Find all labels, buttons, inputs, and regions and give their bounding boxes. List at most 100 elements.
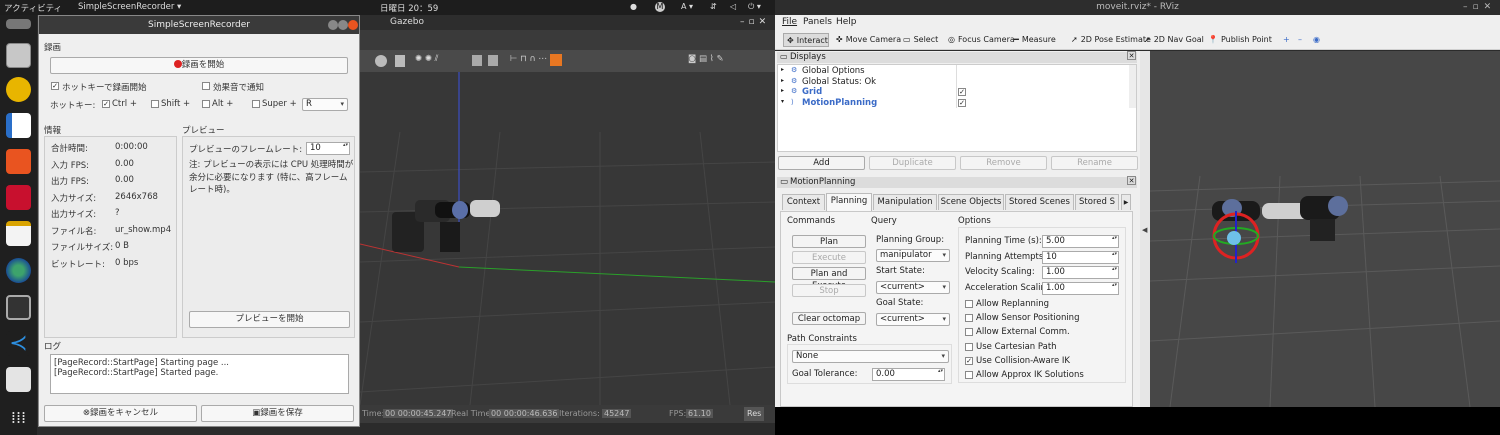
globe-icon[interactable] (6, 258, 31, 283)
stop-button[interactable]: Stop (792, 284, 866, 297)
tab-context[interactable]: Context (782, 194, 825, 210)
super-checkbox[interactable] (252, 100, 260, 108)
displays-tree[interactable]: ▸ ⚙ Global Options ▸ ⚙ Global Status: Ok ▸ ⚙ Gri… (777, 64, 1137, 152)
search-icon[interactable] (6, 367, 31, 392)
add-view-icon[interactable]: + (1280, 33, 1290, 47)
clock[interactable]: 日曜日 20：59 (380, 2, 438, 14)
power-icon[interactable]: ⏻ ▾ (748, 2, 761, 12)
menu-help[interactable]: Help (836, 17, 857, 27)
tool-nav-goal[interactable]: ➚ 2D Nav Goal (1141, 33, 1204, 47)
goal-state-select[interactable]: <current> (876, 313, 950, 326)
displays-scrollbar[interactable] (1129, 65, 1136, 108)
shift-checkbox[interactable] (151, 100, 159, 108)
tool-pose-estimate[interactable]: ➚ 2D Pose Estimate (1068, 33, 1151, 47)
top-icon[interactable] (6, 19, 31, 29)
volume-icon[interactable]: ◁ (730, 2, 736, 11)
window-controls[interactable]: –▫✕ (740, 17, 770, 27)
align-icon[interactable]: ⊢ ⊓ ∩ ⋯ (510, 54, 547, 64)
snap-icon[interactable] (550, 54, 562, 66)
remove-display-button[interactable]: Remove (960, 156, 1047, 170)
tool-measure[interactable]: ━ Measure (1011, 33, 1056, 47)
tab-scroll-right-icon[interactable]: ▶ (1121, 194, 1131, 210)
save-recording-button[interactable]: ▣録画を保存 (201, 405, 354, 422)
editor-icon[interactable] (6, 221, 31, 246)
preview-fps-spinner[interactable]: 10 (306, 142, 350, 155)
display-name[interactable]: Global Options (802, 66, 865, 76)
remove-view-icon[interactable]: – (1295, 33, 1302, 47)
option-spinner[interactable]: 5.00 (1042, 235, 1119, 248)
vscode-icon[interactable]: ≺ (6, 331, 31, 356)
option-checkbox[interactable] (965, 342, 973, 351)
expand-arrow-icon[interactable]: ▸ (781, 87, 784, 94)
log-box[interactable]: [PageRecord::StartPage] Starting page ..… (50, 354, 349, 394)
cancel-recording-button[interactable]: ⊗録画をキャンセル (44, 405, 197, 422)
tool-select[interactable]: ▭ Select (900, 33, 938, 47)
clear-octomap-button[interactable]: Clear octomap (792, 312, 866, 325)
writer-icon[interactable] (6, 113, 31, 138)
display-name[interactable]: Grid (802, 87, 822, 97)
gazebo-3d-view[interactable] (359, 72, 776, 406)
tab-manipulation[interactable]: Manipulation (873, 194, 937, 210)
path-constraints-select[interactable]: None (792, 350, 949, 363)
rhythmbox-icon[interactable] (6, 77, 31, 102)
display-name[interactable]: Global Status: Ok (802, 77, 876, 87)
app-menu[interactable]: SimpleScreenRecorder ▾ (78, 2, 181, 12)
plan-and-execute-button[interactable]: Plan and Execute (792, 267, 866, 291)
screenshot-icon[interactable]: ◙ ▤ ⌇ ✎ (688, 54, 724, 64)
plan-button[interactable]: Plan (792, 235, 866, 248)
cylinder-tool-icon[interactable] (395, 55, 405, 67)
reset-time-button[interactable]: Res (744, 407, 765, 421)
tab-scene-objects[interactable]: Scene Objects (938, 194, 1004, 210)
network-icon[interactable]: ⇵ (710, 2, 717, 11)
maximize-button[interactable] (338, 20, 348, 30)
rename-display-button[interactable]: Rename (1051, 156, 1138, 170)
rviz-window-controls[interactable]: –▫✕ (1463, 0, 1496, 15)
rviz-3d-view[interactable] (1149, 51, 1500, 408)
option-checkbox[interactable]: ✓ (965, 356, 973, 365)
ctrl-checkbox[interactable]: ✓ (102, 100, 110, 108)
calendar-icon[interactable] (6, 185, 31, 210)
camera-type-icon[interactable]: ◉ (1310, 33, 1320, 47)
option-spinner[interactable]: 10 (1042, 250, 1119, 264)
tool-publish-point[interactable]: 📍 Publish Point (1205, 33, 1272, 47)
software-icon[interactable] (6, 149, 31, 174)
avatar[interactable]: M (655, 2, 665, 12)
display-enabled-checkbox[interactable]: ✓ (958, 88, 966, 96)
light-tool-icon[interactable]: ✺ ✺ ⫽ (415, 54, 438, 64)
tray-icon[interactable]: ● (630, 2, 637, 11)
minimize-button[interactable] (328, 20, 338, 30)
option-spinner[interactable]: 1.00 (1042, 282, 1119, 296)
option-checkbox[interactable] (965, 371, 973, 379)
option-checkbox[interactable] (965, 300, 973, 308)
expand-arrow-icon[interactable]: ▾ (781, 98, 784, 105)
menu-file[interactable]: File (782, 17, 797, 27)
sound-notify-checkbox[interactable] (202, 82, 210, 90)
add-display-button[interactable]: Add (778, 156, 865, 170)
clapper-icon[interactable] (6, 295, 31, 320)
activities-button[interactable]: アクティビティ (4, 2, 62, 14)
goal-tolerance-spinner[interactable]: 0.00 (872, 368, 945, 381)
collapse-left-icon[interactable]: ◀ (1142, 226, 1147, 234)
language-indicator[interactable]: A ▾ (681, 2, 693, 11)
option-spinner[interactable]: 1.00 (1042, 266, 1119, 280)
expand-arrow-icon[interactable]: ▸ (781, 66, 784, 73)
display-name[interactable]: MotionPlanning (802, 98, 877, 108)
sphere-tool-icon[interactable] (375, 55, 387, 67)
start-state-select[interactable]: <current> (876, 281, 950, 294)
alt-checkbox[interactable] (202, 100, 210, 108)
option-checkbox[interactable] (965, 328, 973, 337)
menu-panels[interactable]: Panels (803, 17, 832, 27)
motionplanning-close-button[interactable]: ✕ (1127, 176, 1136, 185)
hotkey-enable-checkbox[interactable]: ✓ (51, 82, 59, 90)
option-checkbox[interactable] (965, 314, 973, 323)
copy-icon[interactable] (472, 55, 482, 66)
execute-button[interactable]: Execute (792, 251, 866, 264)
planning-group-select[interactable]: manipulator (876, 249, 950, 262)
tool-interact[interactable]: ✥ Interact (783, 33, 829, 47)
close-button[interactable] (348, 20, 358, 30)
displays-close-button[interactable]: ✕ (1127, 51, 1136, 60)
start-preview-button[interactable]: プレビューを開始 (189, 311, 350, 328)
start-recording-button[interactable]: 録画を開始 (50, 57, 348, 74)
tab-stored-scenes[interactable]: Stored Scenes (1005, 194, 1074, 210)
paste-icon[interactable] (488, 55, 498, 66)
